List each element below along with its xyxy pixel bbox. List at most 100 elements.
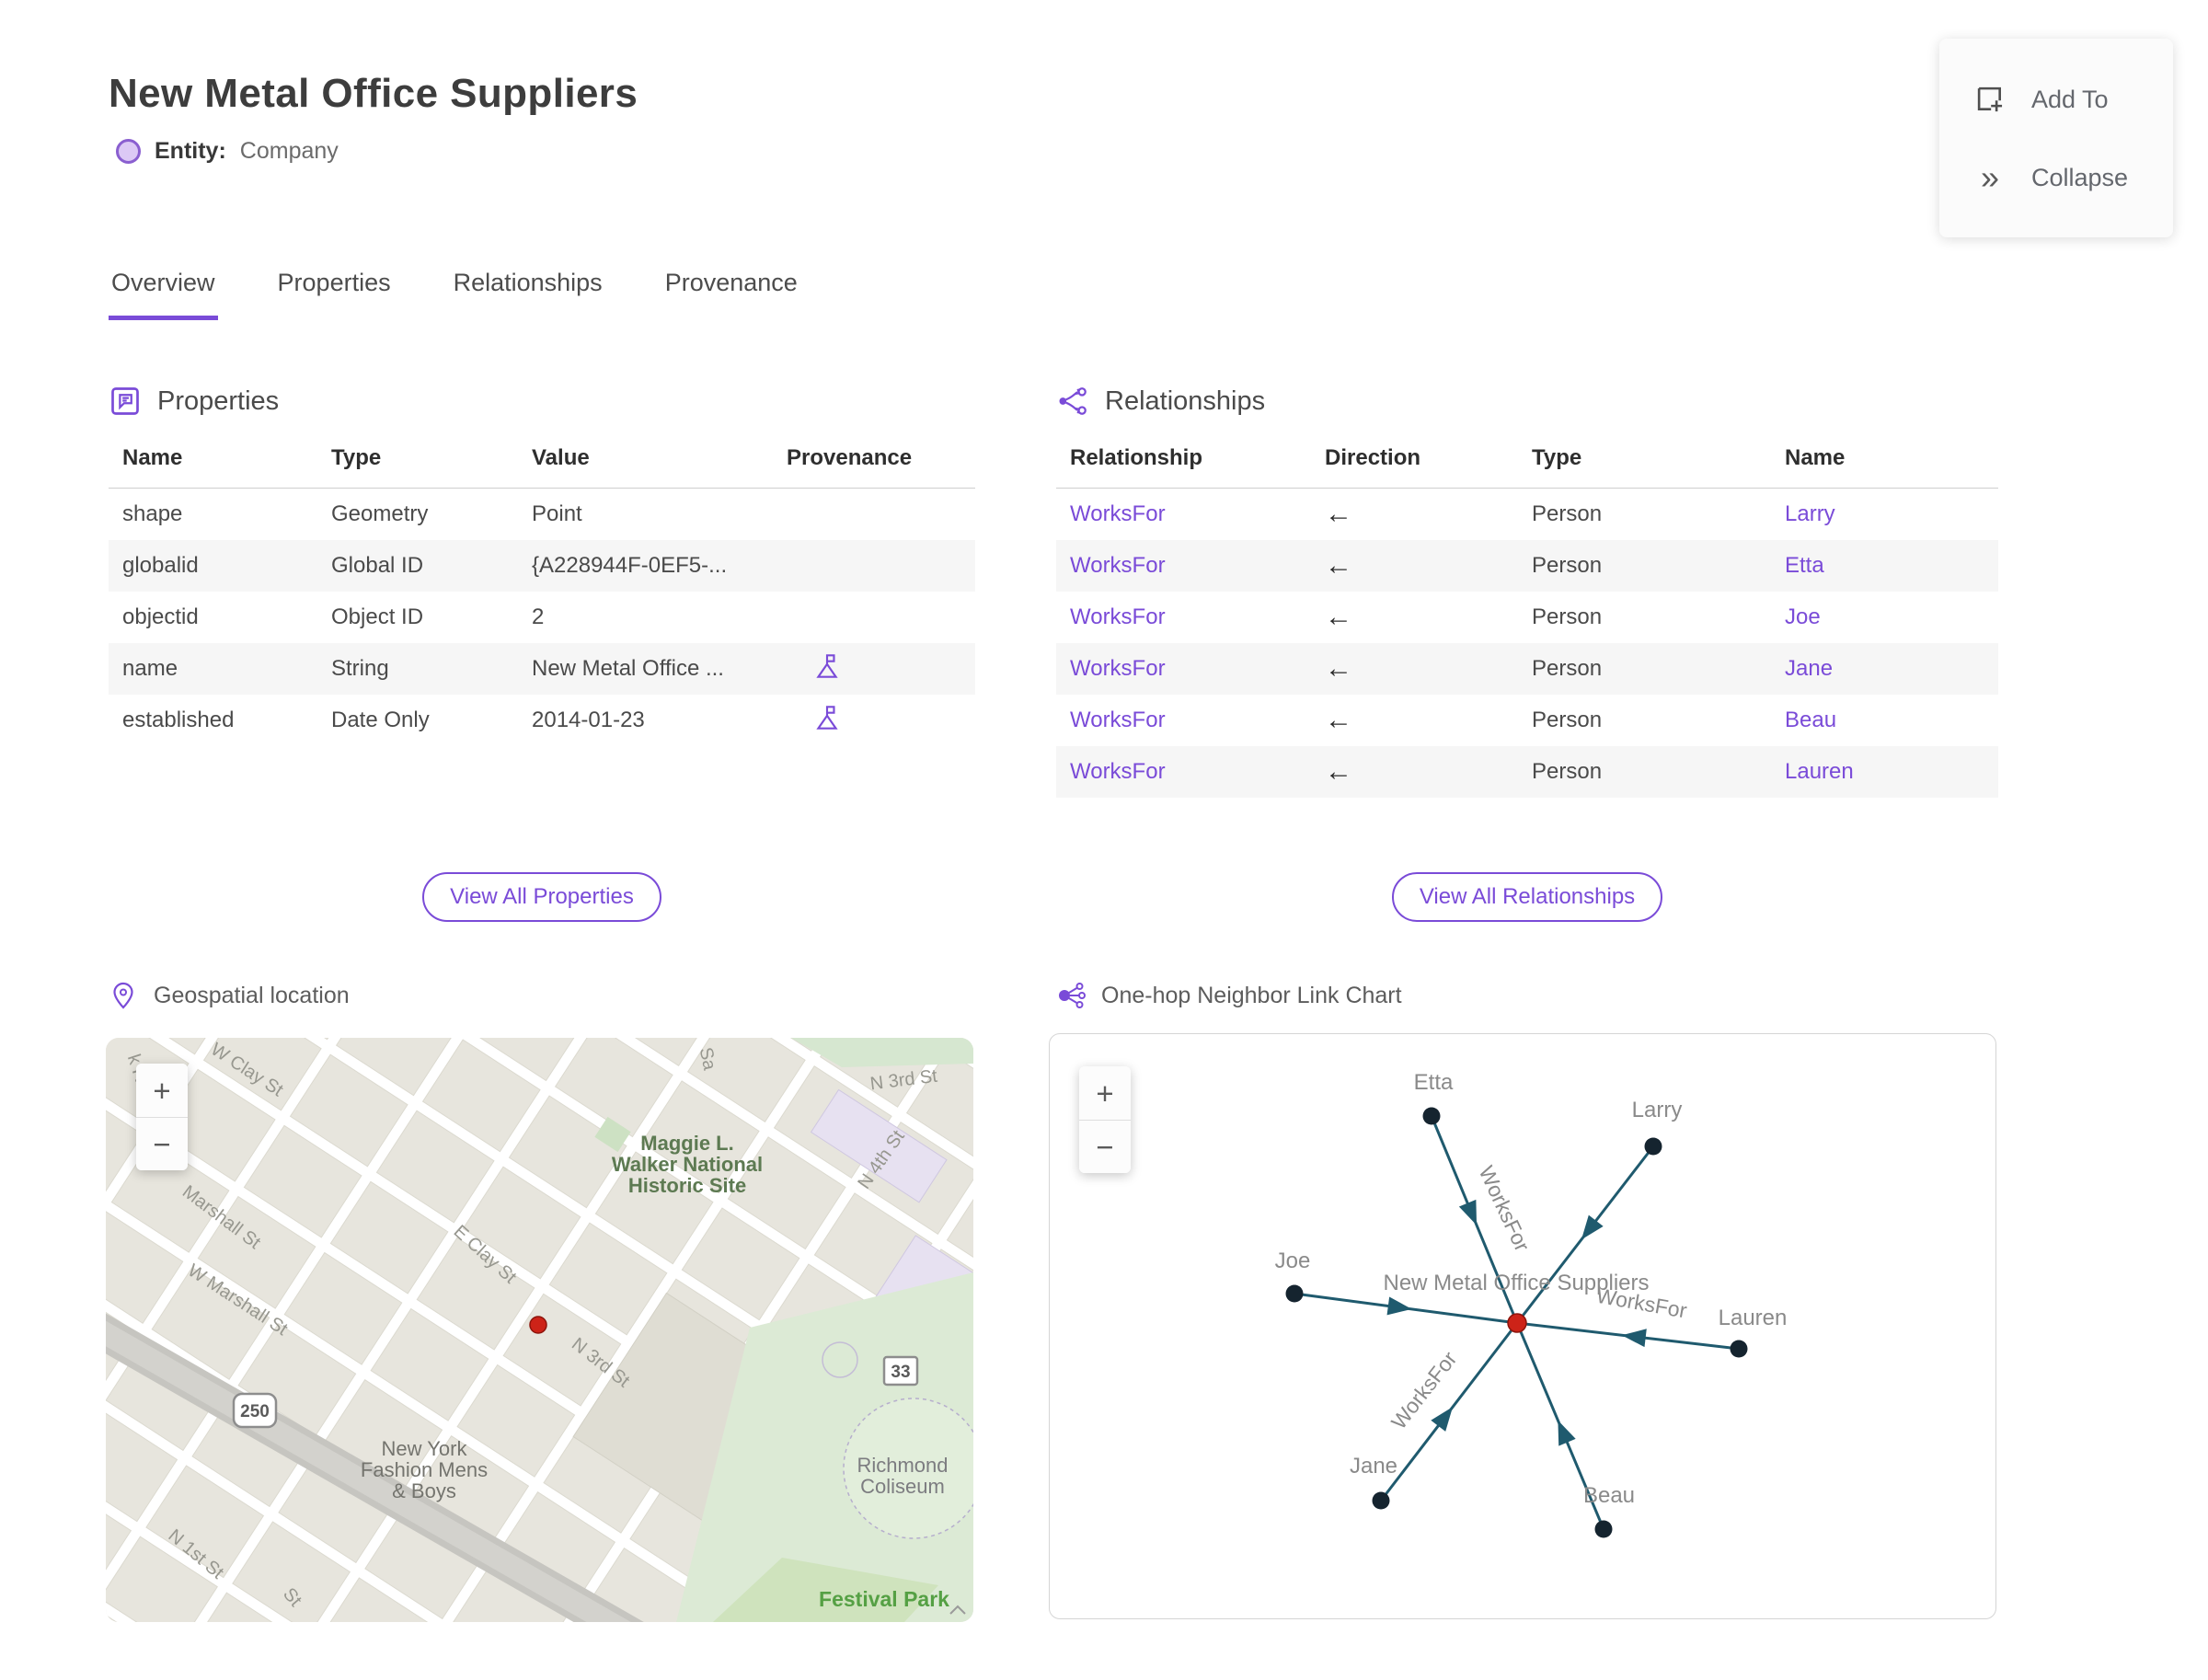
geospatial-map[interactable]: k RdW Clay StSaN 3rd StN 4th StMarshall … bbox=[106, 1038, 973, 1622]
related-entity-type: Person bbox=[1532, 708, 1603, 732]
chart-zoom-in-button[interactable]: + bbox=[1079, 1066, 1131, 1120]
graph-node-larry[interactable] bbox=[1644, 1137, 1662, 1156]
tab-properties[interactable]: Properties bbox=[275, 269, 394, 320]
property-value: 2 bbox=[532, 604, 545, 629]
direction-arrow: ← bbox=[1325, 653, 1352, 684]
relationship-type-link[interactable]: WorksFor bbox=[1070, 656, 1166, 681]
relationships-icon bbox=[1059, 387, 1087, 415]
property-value: Point bbox=[532, 501, 582, 526]
add-to-button[interactable]: Add To bbox=[1939, 81, 2173, 118]
node-label: Etta bbox=[1414, 1070, 1454, 1095]
collapse-button[interactable]: » Collapse bbox=[1939, 160, 2173, 195]
property-row: shape Geometry Point bbox=[109, 489, 975, 540]
related-entity-name-link[interactable]: Lauren bbox=[1785, 759, 1854, 784]
map-zoom-in-button[interactable]: + bbox=[136, 1064, 188, 1117]
graph-node-center[interactable] bbox=[1507, 1313, 1527, 1333]
related-entity-type: Person bbox=[1532, 553, 1603, 578]
relationship-type-link[interactable]: WorksFor bbox=[1070, 759, 1166, 784]
section-title: Properties bbox=[157, 385, 280, 416]
property-provenance bbox=[787, 703, 975, 739]
column-header: Name bbox=[122, 445, 183, 470]
relationship-type-link[interactable]: WorksFor bbox=[1070, 501, 1166, 526]
graph-node-etta[interactable] bbox=[1422, 1107, 1441, 1125]
column-header: Name bbox=[1785, 445, 1846, 470]
direction-arrow: ← bbox=[1325, 602, 1352, 632]
entity-label: Entity: bbox=[155, 138, 226, 164]
related-entity-name-link[interactable]: Joe bbox=[1785, 604, 1821, 629]
entity-location-marker[interactable] bbox=[529, 1316, 547, 1334]
related-entity-name-link[interactable]: Beau bbox=[1785, 708, 1836, 732]
property-name: globalid bbox=[122, 553, 199, 578]
map-zoom-control: + − bbox=[136, 1064, 188, 1170]
sub-section-title: One-hop Neighbor Link Chart bbox=[1101, 982, 1402, 1008]
related-entity-name-link[interactable]: Jane bbox=[1785, 656, 1833, 681]
place-label: Festival Park bbox=[819, 1587, 949, 1611]
edge-arrowhead-icon bbox=[1581, 1214, 1604, 1240]
provenance-flag-icon[interactable] bbox=[812, 703, 842, 732]
view-all-relationships-button[interactable]: View All Relationships bbox=[1391, 872, 1663, 922]
edge-arrowhead-icon bbox=[1621, 1329, 1647, 1348]
property-value: 2014-01-23 bbox=[532, 708, 645, 732]
place-label: Richmond Coliseum bbox=[857, 1454, 948, 1498]
graph-node-lauren[interactable] bbox=[1730, 1340, 1748, 1358]
property-row: established Date Only 2014-01-23 bbox=[109, 695, 975, 746]
graph-node-joe[interactable] bbox=[1285, 1284, 1304, 1303]
entity-type-icon bbox=[116, 139, 141, 164]
related-entity-name-link[interactable]: Larry bbox=[1785, 501, 1835, 526]
node-label: Lauren bbox=[1719, 1306, 1788, 1330]
related-entity-name-link[interactable]: Etta bbox=[1785, 553, 1824, 578]
relationship-row: WorksFor ← Person Jane bbox=[1056, 643, 1998, 695]
property-type: String bbox=[331, 656, 389, 681]
property-type: Global ID bbox=[331, 553, 424, 578]
geospatial-location-header: Geospatial location bbox=[109, 981, 350, 1010]
tab-overview[interactable]: Overview bbox=[109, 269, 218, 320]
provenance-flag-icon[interactable] bbox=[812, 651, 842, 681]
property-row: globalid Global ID {A228944F-0EF5-... bbox=[109, 540, 975, 592]
property-name: shape bbox=[122, 501, 183, 526]
column-header: Provenance bbox=[787, 445, 913, 470]
property-provenance bbox=[787, 651, 975, 687]
direction-arrow: ← bbox=[1325, 705, 1352, 735]
direction-arrow: ← bbox=[1325, 499, 1352, 529]
link-chart-canvas: WorksForWorksForWorksForNew Metal Office… bbox=[1275, 1070, 1788, 1538]
node-label: Beau bbox=[1583, 1483, 1635, 1508]
relationships-card: Relationships Relationship Direction Type N… bbox=[1056, 385, 1998, 798]
relationship-type-link[interactable]: WorksFor bbox=[1070, 553, 1166, 578]
entity-subtitle: Entity: Company bbox=[116, 138, 339, 165]
tab-provenance[interactable]: Provenance bbox=[662, 269, 800, 320]
one-hop-link-chart[interactable]: WorksFor WorksFor WorksFor New Metal Office… bbox=[1049, 1033, 1996, 1619]
double-chevron-right-icon: » bbox=[1980, 158, 2000, 196]
property-type: Date Only bbox=[331, 708, 430, 732]
related-entity-type: Person bbox=[1532, 604, 1603, 629]
link-chart-icon bbox=[1059, 983, 1086, 1008]
column-header: Relationship bbox=[1070, 445, 1203, 470]
property-name: established bbox=[122, 708, 235, 732]
graph-node-beau[interactable] bbox=[1594, 1520, 1613, 1538]
route-shield: 250 bbox=[232, 1392, 278, 1429]
relationship-row: WorksFor ← Person Beau bbox=[1056, 695, 1998, 746]
view-all-properties-button[interactable]: View All Properties bbox=[422, 872, 661, 922]
relationship-type-link[interactable]: WorksFor bbox=[1070, 604, 1166, 629]
graph-node-jane[interactable] bbox=[1372, 1491, 1390, 1510]
tab-relationships[interactable]: Relationships bbox=[451, 269, 605, 320]
property-type: Geometry bbox=[331, 501, 429, 526]
property-value: New Metal Office ... bbox=[532, 656, 724, 681]
node-label: Joe bbox=[1275, 1248, 1311, 1273]
relationship-row: WorksFor ← Person Lauren bbox=[1056, 746, 1998, 798]
edge-arrowhead-icon bbox=[1431, 1407, 1454, 1432]
node-label: Jane bbox=[1350, 1454, 1397, 1479]
svg-text:33: 33 bbox=[891, 1363, 910, 1382]
relationship-type-link[interactable]: WorksFor bbox=[1070, 708, 1166, 732]
property-row: objectid Object ID 2 bbox=[109, 592, 975, 643]
properties-table: Name Type Value Provenance shape Geometry P… bbox=[109, 445, 975, 746]
relationships-table-header: Relationship Direction Type Name bbox=[1056, 445, 1998, 489]
route-shield: 33 bbox=[882, 1355, 919, 1387]
svg-text:250: 250 bbox=[240, 1402, 270, 1421]
related-entity-type: Person bbox=[1532, 656, 1603, 681]
map-zoom-out-button[interactable]: − bbox=[136, 1117, 188, 1170]
column-header: Value bbox=[532, 445, 590, 470]
relationship-row: WorksFor ← Person Etta bbox=[1056, 540, 1998, 592]
chart-zoom-out-button[interactable]: − bbox=[1079, 1120, 1131, 1173]
edge-label: WorksFor bbox=[1386, 1347, 1462, 1433]
add-to-label: Add To bbox=[2031, 85, 2109, 113]
